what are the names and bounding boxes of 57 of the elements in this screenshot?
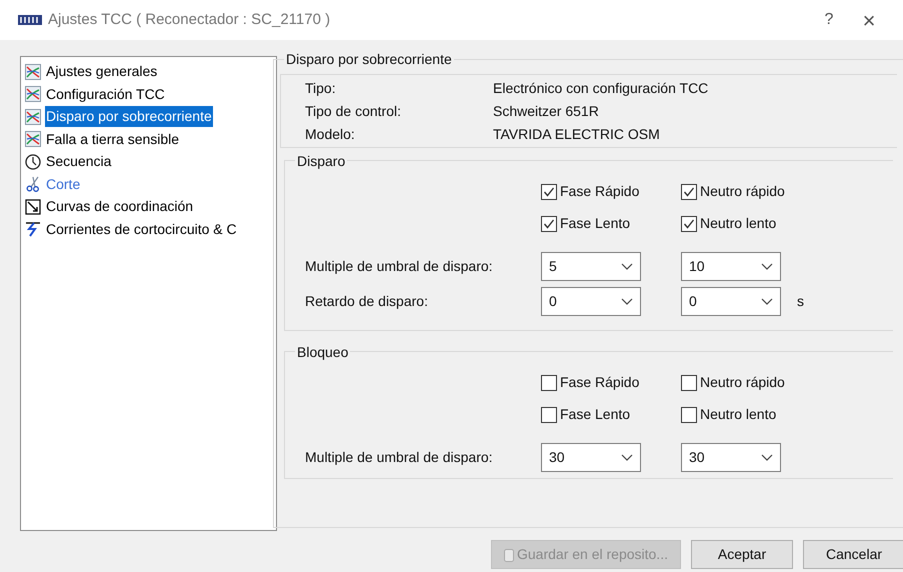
field-label: Tipo de control: — [305, 102, 402, 121]
field-value: Schweitzer 651R — [493, 102, 599, 120]
tree-item[interactable]: Configuración TCC — [45, 84, 166, 105]
checkbox[interactable]: Neutro rápido — [681, 181, 821, 202]
chevron-down-icon — [621, 262, 633, 270]
dialog-button[interactable]: Aceptar — [691, 540, 793, 569]
chevron-down-icon — [621, 454, 633, 462]
dropdown[interactable]: 30 — [541, 443, 641, 472]
tree-item[interactable]: Curvas de coordinación — [45, 196, 194, 218]
curve-chart-icon — [25, 198, 41, 215]
tree-item[interactable]: Ajustes generales — [45, 61, 158, 82]
tree-item[interactable]: Falla a tierra sensible — [45, 128, 180, 150]
tree-item[interactable]: Secuencia — [45, 151, 112, 172]
checkmark-icon — [683, 218, 695, 230]
checkbox[interactable]: Fase Lento — [541, 213, 681, 234]
chevron-down-icon — [621, 298, 633, 306]
chart-icon — [25, 131, 41, 148]
dropdown[interactable]: 5 — [541, 252, 641, 281]
scissors-icon — [25, 176, 41, 192]
clock-icon — [25, 154, 41, 170]
tree-item[interactable]: Corte — [45, 174, 82, 195]
dialog-button[interactable]: Cancelar — [803, 540, 903, 569]
window-title: Ajustes TCC ( Reconectador : SC_21170 ) — [48, 10, 332, 30]
chart-icon — [25, 86, 41, 102]
chevron-down-icon — [761, 454, 773, 462]
field-label: Tipo: — [305, 78, 337, 98]
checkbox[interactable]: Fase Rápido — [541, 181, 681, 202]
checkbox[interactable]: Fase Lento — [541, 404, 681, 425]
chevron-down-icon — [761, 262, 773, 270]
dropdown[interactable]: 0 — [681, 287, 781, 316]
field-label: Modelo: — [305, 124, 356, 144]
unit-label: s — [797, 292, 804, 311]
tree-item[interactable]: Corrientes de cortocircuito & C — [45, 218, 238, 240]
field-label: Multiple de umbral de disparo: — [305, 257, 494, 276]
chart-icon — [25, 64, 41, 80]
checkbox[interactable]: Fase Rápido — [541, 372, 681, 393]
checkmark-icon — [543, 218, 555, 230]
chart-icon — [25, 108, 41, 125]
close-button[interactable]: × — [849, 4, 889, 36]
dropdown[interactable]: 0 — [541, 287, 641, 316]
dropdown[interactable]: 30 — [681, 443, 781, 472]
tree-item[interactable]: Disparo por sobrecorriente — [45, 106, 213, 128]
lightning-icon — [25, 221, 41, 238]
checkbox[interactable]: Neutro rápido — [681, 372, 821, 393]
help-button[interactable]: ? — [809, 8, 849, 32]
checkbox[interactable]: Neutro lento — [681, 213, 821, 234]
field-label: Multiple de umbral de disparo: — [305, 448, 494, 467]
dropdown[interactable]: 10 — [681, 252, 781, 281]
checkmark-icon — [683, 186, 695, 198]
checkbox[interactable]: Neutro lento — [681, 404, 821, 425]
checkmark-icon — [543, 186, 555, 198]
field-value: Electrónico con configuración TCC — [493, 78, 708, 98]
chevron-down-icon — [761, 298, 773, 306]
app-logo-icon — [18, 13, 42, 27]
field-label: Retardo de disparo: — [305, 292, 429, 311]
cylinder-icon — [504, 548, 514, 562]
field-value: TAVRIDA ELECTRIC OSM — [493, 124, 660, 144]
